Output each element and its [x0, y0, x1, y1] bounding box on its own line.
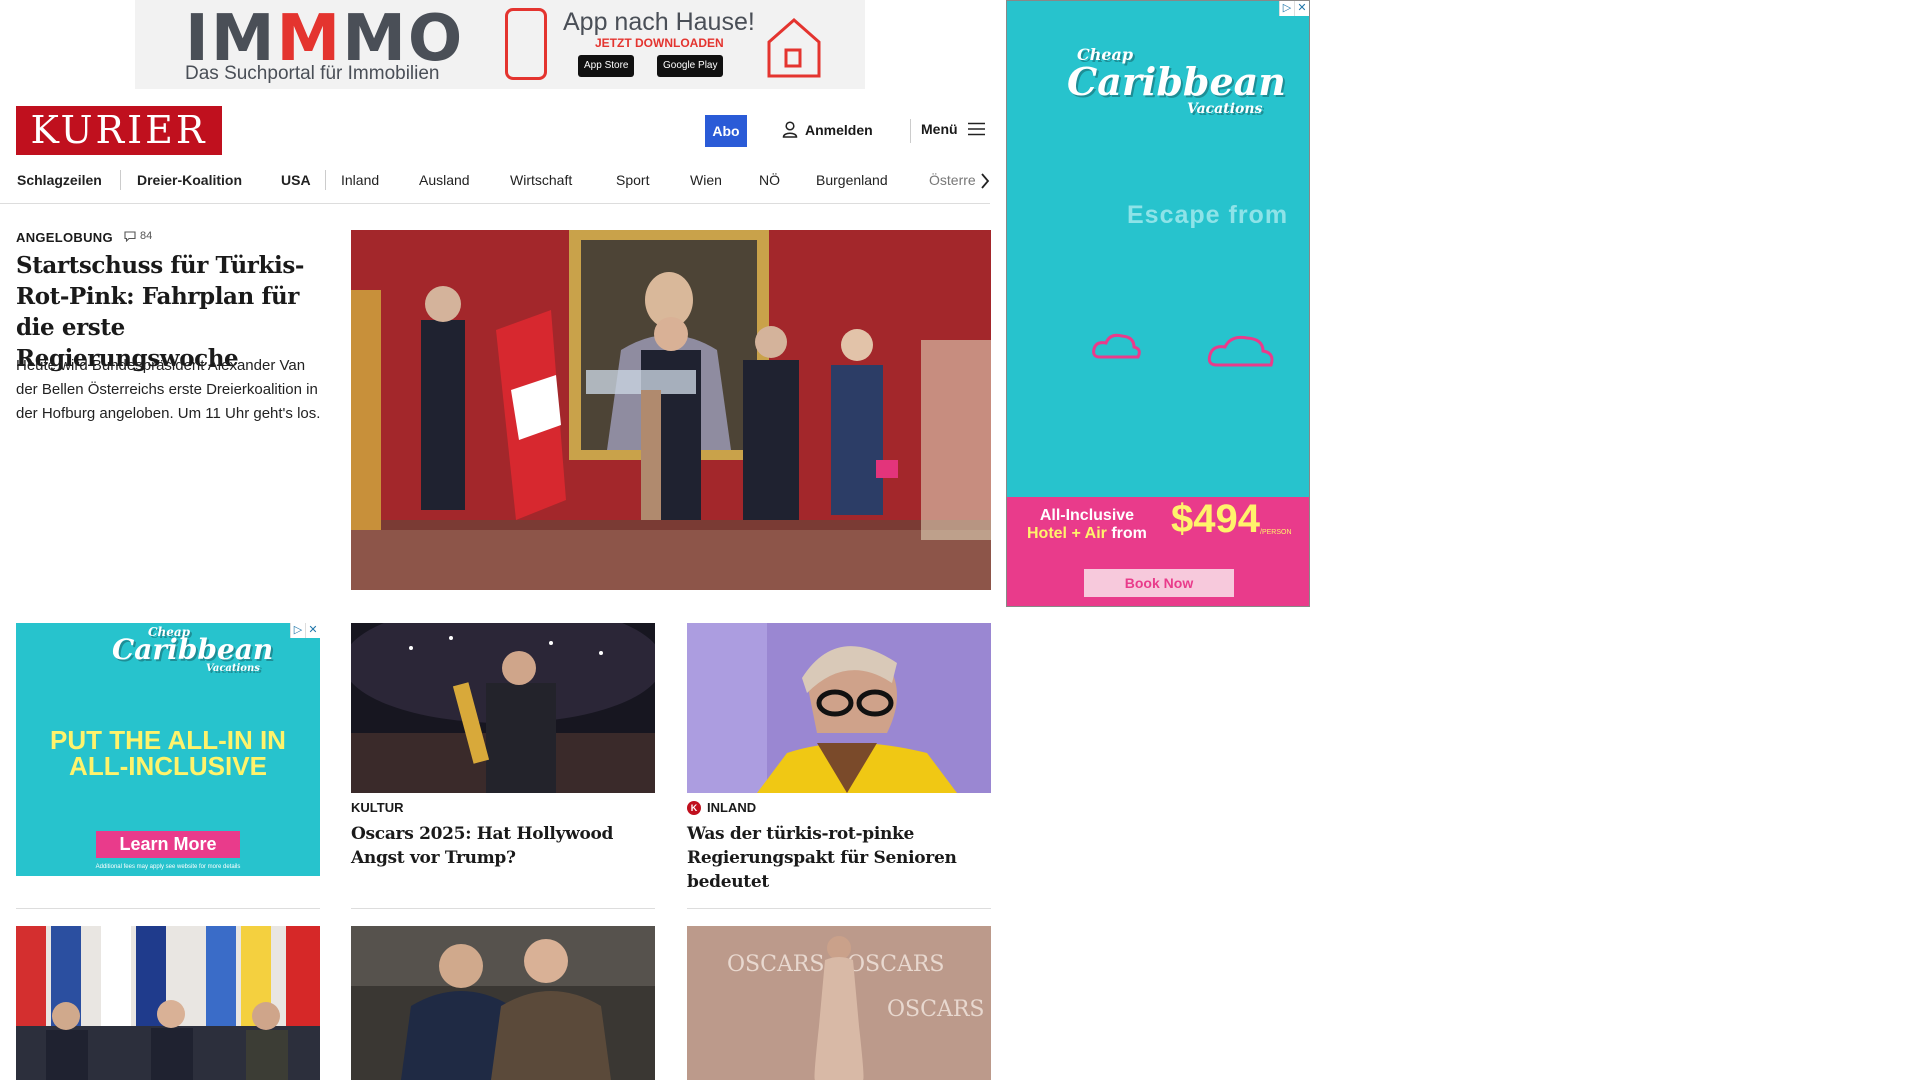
menu-button[interactable]: Menü — [921, 121, 985, 137]
nav-item-schlagzeilen[interactable]: Schlagzeilen — [17, 172, 102, 188]
menu-label: Menü — [921, 121, 958, 137]
section-nav: Schlagzeilen Dreier-Koalition USA Inland… — [0, 166, 990, 204]
card-photo-handshake[interactable] — [351, 926, 655, 1080]
app-store-badge[interactable]: App Store — [578, 55, 635, 77]
row-divider — [687, 908, 991, 909]
card-photo-oscars[interactable] — [351, 623, 655, 793]
nav-item-wien[interactable]: Wien — [690, 172, 722, 188]
nav-separator — [120, 170, 121, 190]
ad-info-icon[interactable]: ▷ — [1279, 1, 1294, 16]
immmo-app-title: App nach Hause! — [563, 8, 755, 36]
oscars-stage-photo — [351, 623, 655, 793]
svg-text:OSCARS: OSCARS — [847, 952, 944, 977]
nav-item-noe[interactable]: NÖ — [759, 172, 780, 188]
header-divider — [910, 119, 911, 143]
hamburger-icon — [967, 122, 985, 136]
nav-item-burgenland[interactable]: Burgenland — [816, 172, 888, 188]
kurier-plus-icon: K — [687, 800, 701, 815]
lead-category[interactable]: ANGELOBUNG — [16, 230, 113, 245]
svg-text:OSCARS: OSCARS — [727, 952, 824, 977]
close-icon[interactable]: ✕ — [305, 623, 320, 638]
card-category[interactable]: KULTUR — [351, 800, 403, 815]
nav-item-wirtschaft[interactable]: Wirtschaft — [510, 172, 572, 188]
ad-offer-panel: All-Inclusive Hotel + Air from $494 /PER… — [1007, 497, 1309, 606]
row-divider — [16, 908, 320, 909]
senior-woman-photo — [687, 623, 991, 793]
user-icon — [782, 121, 798, 138]
cloud-icon — [1092, 333, 1141, 359]
card-photo-summit[interactable] — [16, 926, 320, 1080]
card-photo-red-carpet[interactable]: OSCARS OSCARS OSCARS — [687, 926, 991, 1080]
lead-comments[interactable]: 84 — [124, 230, 152, 242]
summit-photo — [16, 926, 320, 1080]
red-carpet-photo: OSCARS OSCARS OSCARS — [687, 926, 991, 1080]
immmo-app-subtitle: JETZT DOWNLOADEN — [595, 36, 724, 50]
card-photo-seniors[interactable] — [687, 623, 991, 793]
nav-separator — [325, 170, 326, 190]
chevron-right-icon[interactable] — [980, 172, 990, 190]
ad-choices[interactable]: ▷ ✕ — [290, 623, 320, 638]
nav-item-ausland[interactable]: Ausland — [419, 172, 470, 188]
comment-count: 84 — [140, 230, 153, 242]
immmo-banner-ad[interactable]: IMMMO Das Suchportal für Immobilien App … — [135, 0, 865, 89]
learn-more-button[interactable]: Learn More — [96, 831, 240, 858]
house-icon — [767, 18, 821, 78]
cloud-icon — [1207, 335, 1274, 367]
abo-button[interactable]: Abo — [705, 115, 747, 147]
lead-teaser[interactable]: Heute wird Bundespräsident Alexander Van… — [16, 354, 321, 426]
card-category-label: INLAND — [707, 800, 757, 815]
card-category[interactable]: K INLAND — [687, 800, 756, 815]
nav-item-sport[interactable]: Sport — [616, 172, 649, 188]
small-ad-fine-print: Additional fees may apply see website fo… — [95, 864, 241, 870]
ad-brand-vacations: Vacations — [206, 663, 260, 674]
ad-offer-text: All-Inclusive Hotel + Air from — [1027, 507, 1147, 542]
nav-item-usa[interactable]: USA — [281, 172, 311, 188]
nav-item-inland[interactable]: Inland — [341, 172, 379, 188]
immmo-tagline: Das Suchportal für Immobilien — [185, 63, 440, 84]
comment-icon — [124, 230, 136, 242]
ad-choices[interactable]: ▷ ✕ — [1279, 1, 1309, 16]
ad-brand-caribbean: Caribbean — [112, 633, 274, 666]
svg-text:OSCARS: OSCARS — [887, 997, 984, 1022]
card-headline[interactable]: Was der türkis-rot-pinke Regierungspakt … — [687, 822, 991, 894]
nav-item-dreier-koalition[interactable]: Dreier-Koalition — [137, 172, 242, 188]
login-button[interactable]: Anmelden — [782, 121, 873, 138]
card-headline[interactable]: Oscars 2025: Hat Hollywood Angst vor Tru… — [351, 822, 655, 870]
ad-brand-vacations: Vacations — [1187, 101, 1263, 117]
close-icon[interactable]: ✕ — [1294, 1, 1309, 16]
caribbean-vacations-ad[interactable]: ▷ ✕ Cheap Caribbean Vacations Escape from… — [1006, 0, 1310, 607]
lead-photo[interactable] — [351, 230, 991, 590]
handshake-photo — [351, 926, 655, 1080]
nav-item-oesterreich[interactable]: Österre — [929, 172, 976, 188]
swearing-in-photo — [351, 230, 991, 590]
row-divider — [351, 908, 655, 909]
ad-brand-caribbean: Caribbean — [1067, 59, 1286, 104]
phone-icon — [505, 8, 547, 80]
ad-price: $494 — [1171, 497, 1260, 541]
login-label: Anmelden — [805, 121, 873, 138]
caribbean-small-ad[interactable]: ▷ ✕ Cheap Caribbean Vacations PUT THE ALL… — [16, 623, 320, 876]
small-ad-headline: PUT THE ALL-IN IN ALL-INCLUSIVE — [50, 725, 286, 781]
ad-info-icon[interactable]: ▷ — [290, 623, 305, 638]
ad-per-person: /PERSON — [1260, 529, 1292, 536]
ad-escape-text: Escape from — [1127, 201, 1289, 229]
book-now-button[interactable]: Book Now — [1084, 569, 1234, 597]
kurier-logo[interactable]: KURIER — [16, 106, 222, 155]
google-play-badge[interactable]: Google Play — [657, 55, 724, 77]
